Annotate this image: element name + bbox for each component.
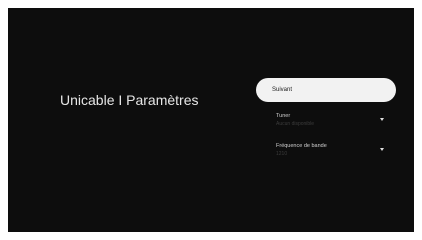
tv-screen: Unicable I Paramètres Suivant Tuner Aucu… [8,8,414,232]
chevron-down-icon [380,148,384,151]
tuner-label: Tuner [276,113,291,119]
next-button[interactable]: Suivant [256,78,396,102]
band-frequency-value: 1210 [276,151,288,157]
band-frequency-label: Fréquence de bande [276,143,327,149]
page-title: Unicable I Paramètres [60,92,199,108]
chevron-down-icon [380,118,384,121]
band-frequency-setting[interactable]: Fréquence de bande 1210 [256,142,396,160]
settings-panel: Suivant Tuner Aucun disponible Fréquence… [256,78,396,160]
tuner-value: Aucun disponible [276,121,315,127]
tuner-setting[interactable]: Tuner Aucun disponible [256,112,396,130]
